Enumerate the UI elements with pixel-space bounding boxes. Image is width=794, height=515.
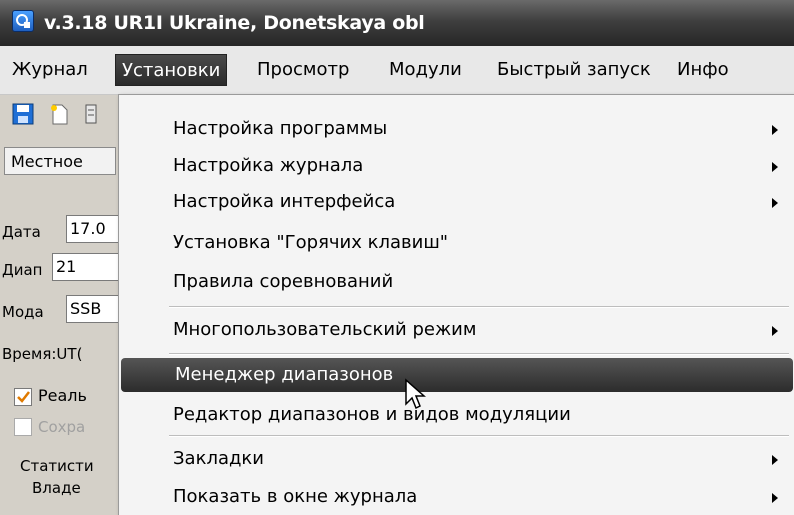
menu-quick-launch[interactable]: Быстрый запуск [491, 54, 657, 86]
menu-item-bookmarks[interactable]: Закладки [119, 442, 794, 476]
save-label: Сохра [38, 418, 86, 436]
menu-view[interactable]: Просмотр [251, 54, 355, 86]
mode-label: Мода [2, 303, 44, 321]
time-label: Время:UT( [2, 345, 83, 363]
menu-item-band-manager[interactable]: Менеджер диапазонов [121, 358, 793, 392]
window-title: v.3.18 UR1I Ukraine, Donetskaya obl [44, 12, 425, 34]
mode-combo[interactable]: Местное [4, 147, 116, 175]
band-input[interactable]: 21 [52, 253, 126, 281]
stats-label: Статисти [20, 457, 94, 475]
menu-item-interface-settings[interactable]: Настройка интерфейса [119, 185, 794, 219]
submenu-arrow-icon [772, 326, 778, 336]
app-icon[interactable] [12, 10, 34, 32]
left-panel: Местное Дата 17.0 Диап 21 Мода SSB Время… [0, 135, 130, 514]
mode-input[interactable]: SSB [66, 295, 126, 323]
menu-item-journal-settings[interactable]: Настройка журнала [119, 149, 794, 183]
submenu-arrow-icon [772, 198, 778, 208]
menu-separator [169, 435, 789, 437]
submenu-arrow-icon [772, 493, 778, 503]
menu-info[interactable]: Инфо [671, 54, 735, 86]
mouse-cursor-icon [404, 378, 428, 416]
new-file-icon[interactable] [48, 103, 70, 125]
save-icon[interactable] [12, 103, 34, 125]
menu-bar: Журнал Установки Просмотр Модули Быстрый… [0, 46, 794, 95]
owner-label: Владе [32, 479, 81, 497]
menu-item-multiuser-mode[interactable]: Многопользовательский режим [119, 313, 794, 347]
menu-separator [169, 353, 789, 355]
title-bar: v.3.18 UR1I Ukraine, Donetskaya obl [0, 0, 794, 47]
menu-item-band-mode-editor[interactable]: Редактор диапазонов и видов модуляции [119, 398, 794, 432]
realtime-checkbox[interactable] [14, 388, 32, 406]
menu-settings[interactable]: Установки [115, 54, 228, 86]
realtime-label: Реаль [38, 386, 87, 405]
band-label: Диап [2, 261, 43, 279]
submenu-arrow-icon [772, 162, 778, 172]
date-label: Дата [2, 223, 41, 241]
menu-item-show-in-journal[interactable]: Показать в окне журнала [119, 480, 794, 514]
menu-item-program-settings[interactable]: Настройка программы [119, 112, 794, 146]
save-checkbox[interactable] [14, 418, 32, 436]
tool-icon[interactable] [84, 103, 98, 125]
menu-item-hotkeys[interactable]: Установка "Горячих клавиш" [119, 226, 794, 260]
submenu-arrow-icon [772, 455, 778, 465]
menu-modules[interactable]: Модули [383, 54, 468, 86]
submenu-arrow-icon [772, 125, 778, 135]
menu-item-contest-rules[interactable]: Правила соревнований [119, 265, 794, 299]
menu-journal[interactable]: Журнал [6, 54, 94, 86]
settings-dropdown-menu: Настройка программы Настройка журнала На… [118, 94, 794, 515]
menu-separator [169, 306, 789, 308]
date-input[interactable]: 17.0 [66, 215, 126, 243]
